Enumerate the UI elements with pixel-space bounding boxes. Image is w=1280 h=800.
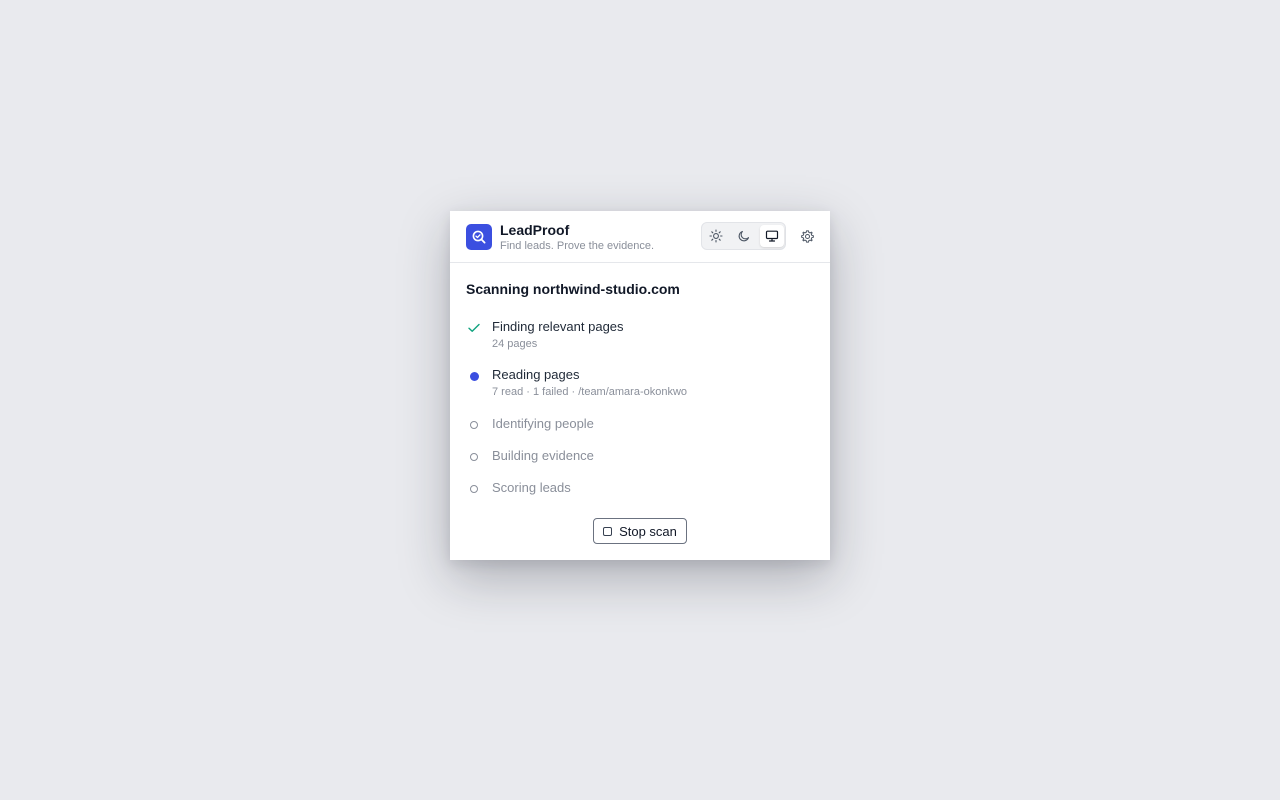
stop-icon: [603, 526, 613, 536]
brand-name: LeadProof: [500, 222, 570, 238]
magnifier-check-icon: [472, 230, 486, 244]
scan-panel: LeadProof Find leads. Prove the evidence…: [450, 211, 830, 560]
pending-circle-icon: [466, 417, 482, 433]
theme-light-button[interactable]: [704, 225, 728, 247]
theme-switcher: [701, 222, 786, 250]
step-label: Identifying people: [492, 416, 594, 431]
check-icon: [466, 320, 482, 336]
step-label: Scoring leads: [492, 480, 571, 495]
stop-scan-label: Stop scan: [619, 523, 677, 539]
stop-scan-button[interactable]: Stop scan: [593, 518, 687, 544]
theme-system-button[interactable]: [760, 225, 784, 247]
pending-circle-icon: [466, 481, 482, 497]
gear-icon: [800, 229, 814, 243]
app-logo: [466, 224, 492, 250]
brand-tagline: Find leads. Prove the evidence.: [500, 240, 655, 252]
monitor-icon: [765, 230, 779, 242]
moon-icon: [738, 230, 750, 242]
pending-circle-icon: [466, 449, 482, 465]
settings-button[interactable]: [798, 227, 816, 245]
sun-icon: [709, 229, 723, 243]
scan-title: Scanning northwind-studio.com: [466, 281, 680, 297]
step-label: Finding relevant pages: [492, 319, 624, 334]
panel-header: LeadProof Find leads. Prove the evidence…: [450, 211, 830, 263]
step-detail: 7 read · 1 failed · /team/amara-okonkwo: [492, 386, 688, 398]
step-label: Building evidence: [492, 448, 594, 463]
step-label: Reading pages: [492, 367, 580, 382]
step-detail: 24 pages: [492, 338, 538, 350]
theme-dark-button[interactable]: [732, 225, 756, 247]
active-dot-icon: [466, 368, 482, 384]
